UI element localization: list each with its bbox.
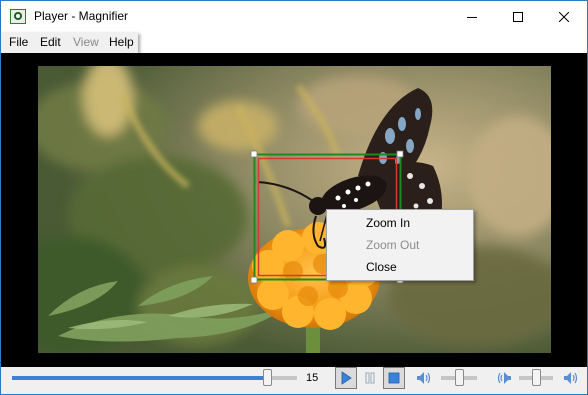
- menu-close[interactable]: Close: [366, 260, 397, 274]
- player-window: Player - Magnifier File Edit View Help Z…: [0, 0, 588, 395]
- volume-slider[interactable]: [441, 369, 477, 386]
- maximize-icon: [513, 11, 523, 22]
- play-icon: [341, 371, 352, 385]
- pause-icon: [365, 372, 375, 384]
- seek-slider[interactable]: [12, 369, 297, 386]
- minimize-button[interactable]: [449, 1, 495, 32]
- volume-thumb[interactable]: [455, 369, 464, 386]
- volume-button[interactable]: [413, 367, 435, 389]
- speaker-right-icon: [564, 372, 578, 384]
- video-image: [38, 66, 551, 353]
- control-bar: 15: [1, 367, 587, 394]
- close-button[interactable]: [541, 1, 587, 32]
- stop-button[interactable]: [383, 367, 405, 389]
- resize-handle-tl[interactable]: [250, 150, 258, 158]
- minimize-icon: [467, 16, 477, 18]
- context-menu: Zoom In Zoom Out Close: [326, 209, 474, 281]
- title-bar: Player - Magnifier: [1, 1, 587, 32]
- menu-help[interactable]: Help: [109, 35, 134, 49]
- menu-zoom-out[interactable]: Zoom Out: [366, 238, 419, 252]
- video-frame[interactable]: [38, 66, 551, 353]
- play-button[interactable]: [335, 367, 357, 389]
- stop-icon: [388, 372, 400, 384]
- balance-right-button[interactable]: [560, 367, 582, 389]
- balance-left-button[interactable]: [493, 367, 515, 389]
- video-area[interactable]: [1, 53, 587, 367]
- window-title: Player - Magnifier: [34, 9, 129, 23]
- close-icon: [559, 11, 569, 22]
- menu-edit[interactable]: Edit: [40, 35, 61, 49]
- app-icon: [10, 9, 26, 24]
- seek-thumb[interactable]: [263, 369, 272, 386]
- speaker-icon: [417, 372, 431, 384]
- position-label: 15: [306, 372, 319, 384]
- menu-file[interactable]: File: [9, 35, 28, 49]
- seek-progress: [12, 376, 271, 380]
- maximize-button[interactable]: [495, 1, 541, 32]
- resize-handle-bl[interactable]: [250, 276, 258, 284]
- balance-slider[interactable]: [519, 369, 553, 386]
- menu-bar: File Edit View Help: [1, 32, 138, 53]
- balance-thumb[interactable]: [532, 369, 541, 386]
- menu-zoom-in[interactable]: Zoom In: [366, 216, 410, 230]
- speaker-left-icon: [497, 372, 511, 384]
- menu-view[interactable]: View: [73, 35, 99, 49]
- resize-handle-tr[interactable]: [396, 150, 404, 158]
- pause-button[interactable]: [359, 367, 381, 389]
